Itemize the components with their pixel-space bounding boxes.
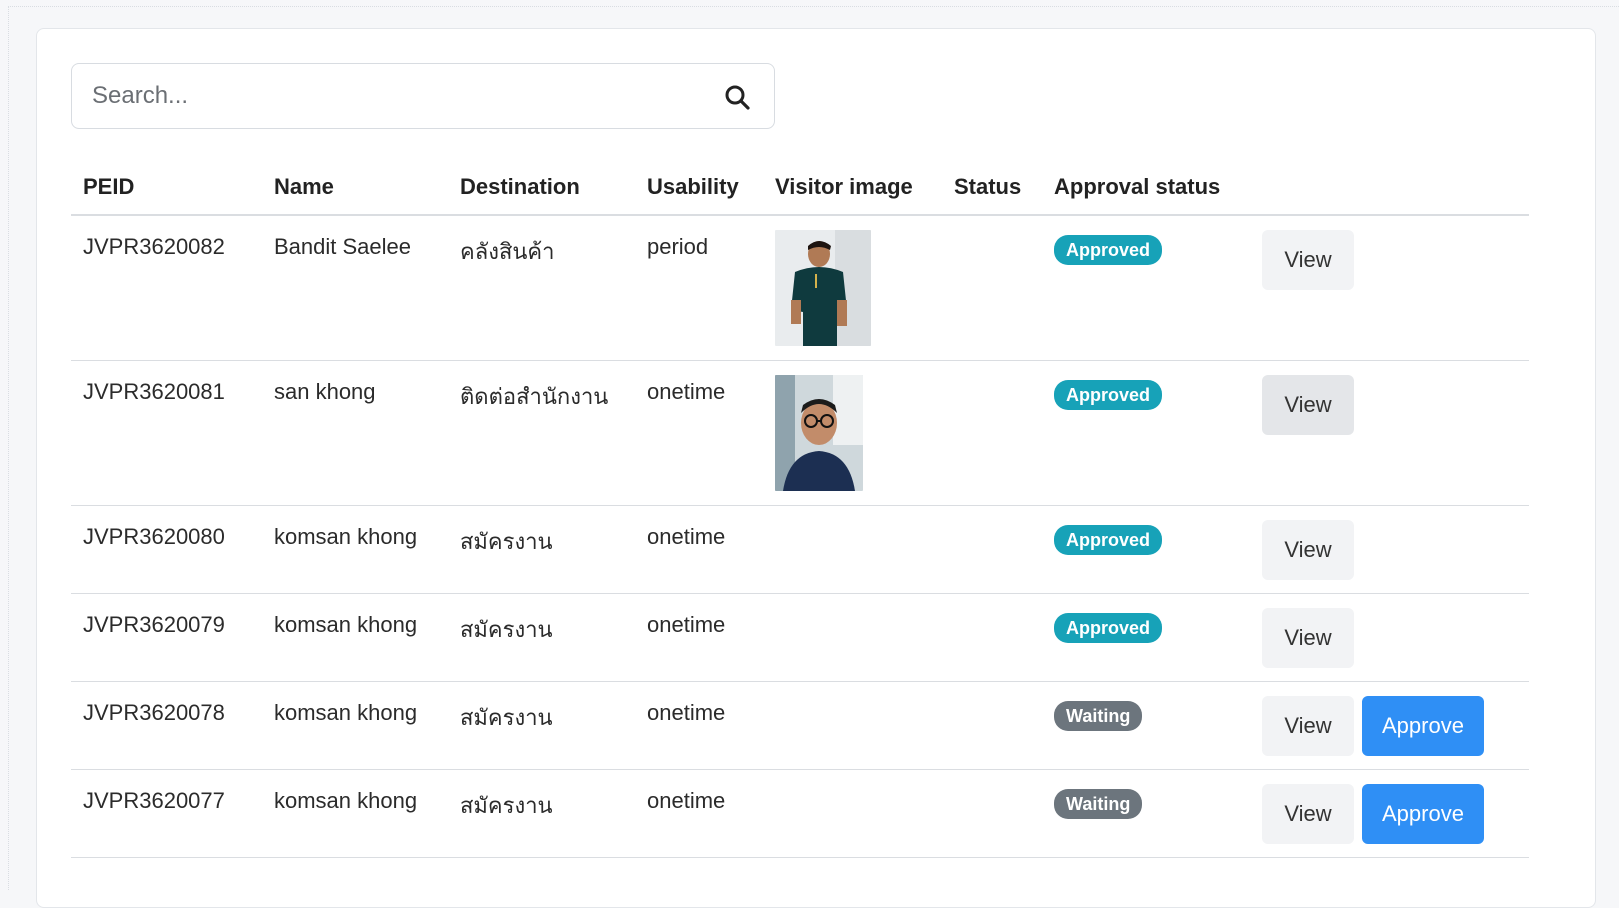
cell-name: komsan khong	[262, 681, 448, 770]
cell-actions: View	[1250, 593, 1529, 682]
cell-approval-status: Approved	[1042, 505, 1250, 594]
col-header-usability[interactable]: Usability	[635, 159, 763, 216]
cell-status	[942, 681, 1042, 770]
col-header-name[interactable]: Name	[262, 159, 448, 216]
approve-button[interactable]: Approve	[1362, 695, 1484, 756]
col-header-actions	[1250, 159, 1529, 216]
cell-approval-status: Waiting	[1042, 769, 1250, 858]
cell-peid: JVPR3620079	[71, 593, 262, 682]
cell-actions: View	[1250, 505, 1529, 594]
cell-approval-status: Approved	[1042, 215, 1250, 361]
cell-visitor-image	[763, 769, 942, 858]
cell-visitor-image	[763, 681, 942, 770]
cell-usability: period	[635, 215, 763, 361]
cell-actions: View	[1250, 360, 1529, 506]
cell-peid: JVPR3620081	[71, 360, 262, 506]
cell-visitor-image	[763, 360, 942, 506]
col-header-visitor-image[interactable]: Visitor image	[763, 159, 942, 216]
cell-visitor-image	[763, 593, 942, 682]
cell-destination: คลังสินค้า	[448, 215, 635, 361]
cell-name: komsan khong	[262, 505, 448, 594]
table-row: JVPR3620081 san khong ติดต่อสำนักงาน one…	[71, 360, 1529, 506]
approval-status-badge: Approved	[1054, 612, 1163, 643]
visitor-photo-glasses-selfie[interactable]	[775, 374, 863, 491]
cell-status	[942, 505, 1042, 594]
view-button[interactable]: View	[1262, 695, 1354, 756]
view-button[interactable]: View	[1262, 783, 1354, 844]
table-row: JVPR3620077 komsan khong สมัครงาน onetim…	[71, 769, 1529, 858]
cell-actions: View Approve	[1250, 681, 1529, 770]
approval-status-badge: Waiting	[1054, 700, 1143, 731]
cell-peid: JVPR3620078	[71, 681, 262, 770]
approve-button[interactable]: Approve	[1362, 783, 1484, 844]
cell-destination: สมัครงาน	[448, 681, 635, 770]
cell-destination: สมัครงาน	[448, 593, 635, 682]
cell-approval-status: Approved	[1042, 593, 1250, 682]
col-header-destination[interactable]: Destination	[448, 159, 635, 216]
cell-approval-status: Approved	[1042, 360, 1250, 506]
cell-status	[942, 215, 1042, 361]
table-header-row: PEID Name Destination Usability Visitor …	[71, 159, 1529, 216]
cell-usability: onetime	[635, 360, 763, 506]
search-icon[interactable]	[724, 84, 750, 110]
approval-status-badge: Waiting	[1054, 788, 1143, 819]
approval-status-badge: Approved	[1054, 379, 1163, 410]
cell-status	[942, 593, 1042, 682]
cell-status	[942, 769, 1042, 858]
table-row: JVPR3620082 Bandit Saelee คลังสินค้า per…	[71, 215, 1529, 361]
visitor-table: PEID Name Destination Usability Visitor …	[71, 159, 1529, 858]
cell-actions: View	[1250, 215, 1529, 361]
cell-usability: onetime	[635, 505, 763, 594]
approval-status-badge: Approved	[1054, 524, 1163, 555]
cell-peid: JVPR3620082	[71, 215, 262, 361]
cell-name: komsan khong	[262, 593, 448, 682]
search-input[interactable]	[90, 64, 690, 128]
cell-destination: สมัครงาน	[448, 505, 635, 594]
cell-destination: ติดต่อสำนักงาน	[448, 360, 635, 506]
cell-visitor-image	[763, 505, 942, 594]
visitor-list-card: PEID Name Destination Usability Visitor …	[36, 28, 1596, 908]
cell-status	[942, 360, 1042, 506]
cell-peid: JVPR3620077	[71, 769, 262, 858]
cell-actions: View Approve	[1250, 769, 1529, 858]
view-button[interactable]: View	[1262, 374, 1354, 435]
visitor-photo-green-shirt[interactable]	[775, 230, 871, 346]
cell-destination: สมัครงาน	[448, 769, 635, 858]
cell-peid: JVPR3620080	[71, 505, 262, 594]
cell-approval-status: Waiting	[1042, 681, 1250, 770]
view-button[interactable]: View	[1262, 230, 1354, 290]
cell-visitor-image	[763, 215, 942, 361]
table-row: JVPR3620078 komsan khong สมัครงาน onetim…	[71, 681, 1529, 770]
cell-name: Bandit Saelee	[262, 215, 448, 361]
view-button[interactable]: View	[1262, 519, 1354, 580]
cell-name: komsan khong	[262, 769, 448, 858]
table-row: JVPR3620080 komsan khong สมัครงาน onetim…	[71, 505, 1529, 594]
table-row: JVPR3620079 komsan khong สมัครงาน onetim…	[71, 593, 1529, 682]
cell-usability: onetime	[635, 593, 763, 682]
col-header-status[interactable]: Status	[942, 159, 1042, 216]
col-header-peid[interactable]: PEID	[71, 159, 262, 216]
col-header-approval-status[interactable]: Approval status	[1042, 159, 1250, 216]
search-box[interactable]	[71, 63, 775, 129]
approval-status-badge: Approved	[1054, 235, 1163, 265]
cell-usability: onetime	[635, 769, 763, 858]
cell-name: san khong	[262, 360, 448, 506]
view-button[interactable]: View	[1262, 607, 1354, 668]
cell-usability: onetime	[635, 681, 763, 770]
